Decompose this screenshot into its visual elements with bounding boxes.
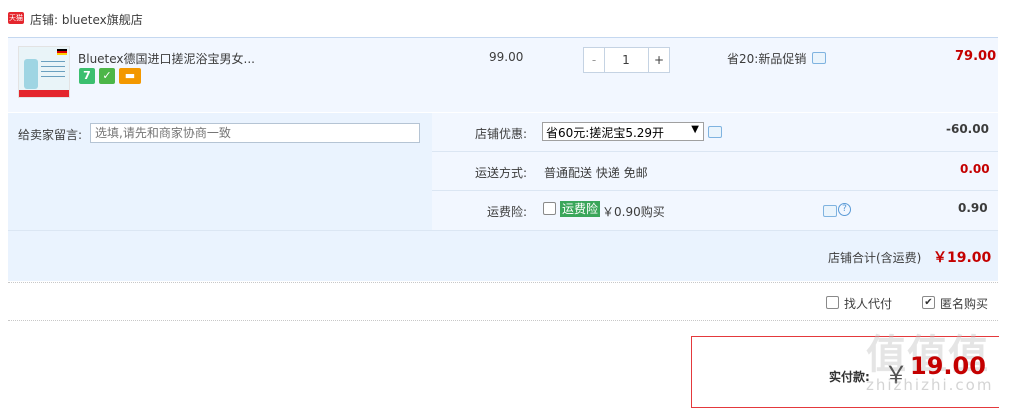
promotion-label: 省20:新品促销 [727, 52, 807, 66]
insurance-label: 运费险: [486, 205, 527, 219]
shipping-method: 普通配送 快递 免邮 [544, 166, 648, 180]
anonymous-checkbox[interactable]: ✔ [922, 296, 935, 309]
quality-guarantee-icon[interactable]: ✓ [99, 68, 115, 84]
quantity-input[interactable]: 1 [605, 48, 647, 72]
product-text-image [41, 61, 65, 79]
chat-bubble-icon[interactable] [708, 126, 722, 138]
insurance-cost: 0.90 [958, 201, 988, 215]
divider [8, 282, 998, 283]
shipping-cost: 0.00 [960, 162, 990, 176]
tmall-logo-icon: 天猫 [8, 12, 24, 24]
dropdown-arrow-icon: ▼ [691, 124, 699, 135]
discount-label: 店铺优惠: [474, 127, 527, 141]
shop-total-label: 店铺合计(含运费) [828, 251, 922, 265]
divider [8, 320, 998, 321]
germany-flag-icon [57, 49, 67, 55]
seller-message-field [90, 123, 420, 143]
shop-header [0, 0, 1011, 36]
item-subtotal: 79.00 [955, 49, 997, 64]
seller-message-label: 给卖家留言: [18, 128, 83, 142]
seven-day-return-icon[interactable]: 7 [79, 68, 95, 84]
discount-selected-option: 省60元:搓泥宝5.29开 [546, 126, 665, 140]
unit-price: 99.00 [489, 50, 524, 64]
product-thumbnail[interactable] [18, 46, 70, 98]
chat-bubble-icon[interactable] [823, 205, 837, 217]
proxy-pay-checkbox[interactable] [826, 296, 839, 309]
help-icon[interactable]: ? [838, 203, 851, 216]
quantity-decrease-button[interactable]: - [584, 48, 605, 72]
discount-value: -60.00 [946, 122, 989, 136]
watermark-site: zhizhizhi.com [866, 376, 994, 394]
chat-bubble-icon[interactable] [812, 52, 826, 64]
shop-name-link[interactable]: 店铺: bluetex旗舰店 [30, 11, 143, 28]
insurance-checkbox[interactable] [543, 202, 556, 215]
anonymous-label[interactable]: 匿名购买 [940, 295, 988, 312]
payment-label: 实付款: [829, 370, 870, 384]
product-title-link[interactable]: Bluetex德国进口搓泥浴宝男女... [78, 50, 258, 67]
seller-message-input[interactable] [91, 124, 419, 142]
product-bottle-image [24, 59, 38, 89]
quantity-increase-button[interactable]: + [648, 48, 669, 72]
discount-select[interactable]: 省60元:搓泥宝5.29开 ▼ [542, 122, 704, 141]
quantity-stepper: - 1 + [583, 47, 670, 73]
insurance-price-text: ￥0.90购买 [602, 205, 665, 219]
product-banner-image [19, 90, 69, 97]
cart-item-row [8, 37, 998, 112]
credit-card-icon[interactable]: ▬ [119, 68, 141, 84]
shipping-label: 运送方式: [474, 166, 527, 180]
insurance-tag: 运费险 [560, 201, 601, 217]
shop-total-value: ￥19.00 [933, 250, 992, 266]
proxy-pay-label[interactable]: 找人代付 [844, 295, 892, 312]
